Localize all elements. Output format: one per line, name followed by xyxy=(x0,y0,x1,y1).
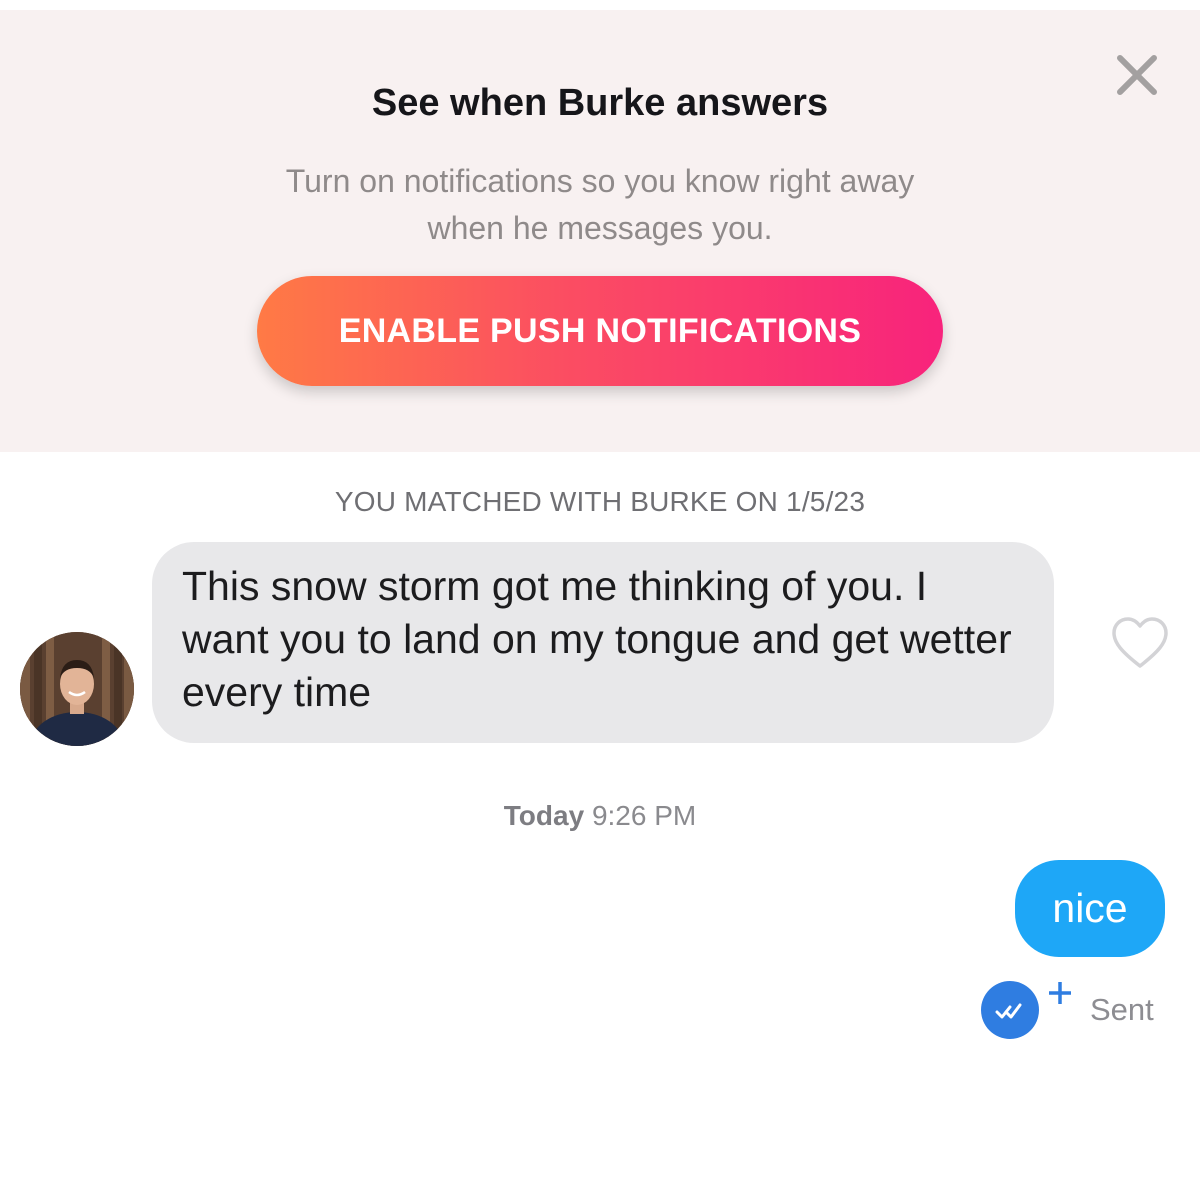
avatar[interactable] xyxy=(20,632,134,746)
message-status: Sent xyxy=(1090,992,1154,1027)
incoming-message-text: This snow storm got me thinking of you. … xyxy=(182,563,1012,715)
outgoing-message-text: nice xyxy=(1052,885,1128,931)
double-check-icon[interactable] xyxy=(977,979,1043,1039)
match-info: YOU MATCHED WITH BURKE ON 1/5/23 xyxy=(334,486,866,517)
timestamp-time: 9:26 PM xyxy=(591,800,697,831)
timestamp-day: Today xyxy=(503,800,585,831)
banner-title: See when Burke answers xyxy=(371,82,829,124)
top-strip xyxy=(0,0,1200,10)
chat-screen: See when Burke answers Turn on notificat… xyxy=(0,0,1200,1200)
plus-icon[interactable] xyxy=(1046,979,1074,1007)
message-timestamp: Today 9:26 PM xyxy=(0,800,1200,832)
enable-push-notifications-button[interactable]: ENABLE PUSH NOTIFICATIONS xyxy=(257,276,943,386)
banner-subtitle: Turn on notifications so you know right … xyxy=(285,163,915,246)
outgoing-message-bubble[interactable]: nice xyxy=(1015,860,1165,957)
enable-push-notifications-label: ENABLE PUSH NOTIFICATIONS xyxy=(338,311,862,350)
incoming-message-bubble[interactable]: This snow storm got me thinking of you. … xyxy=(152,542,1054,743)
heart-icon[interactable] xyxy=(1110,616,1170,670)
